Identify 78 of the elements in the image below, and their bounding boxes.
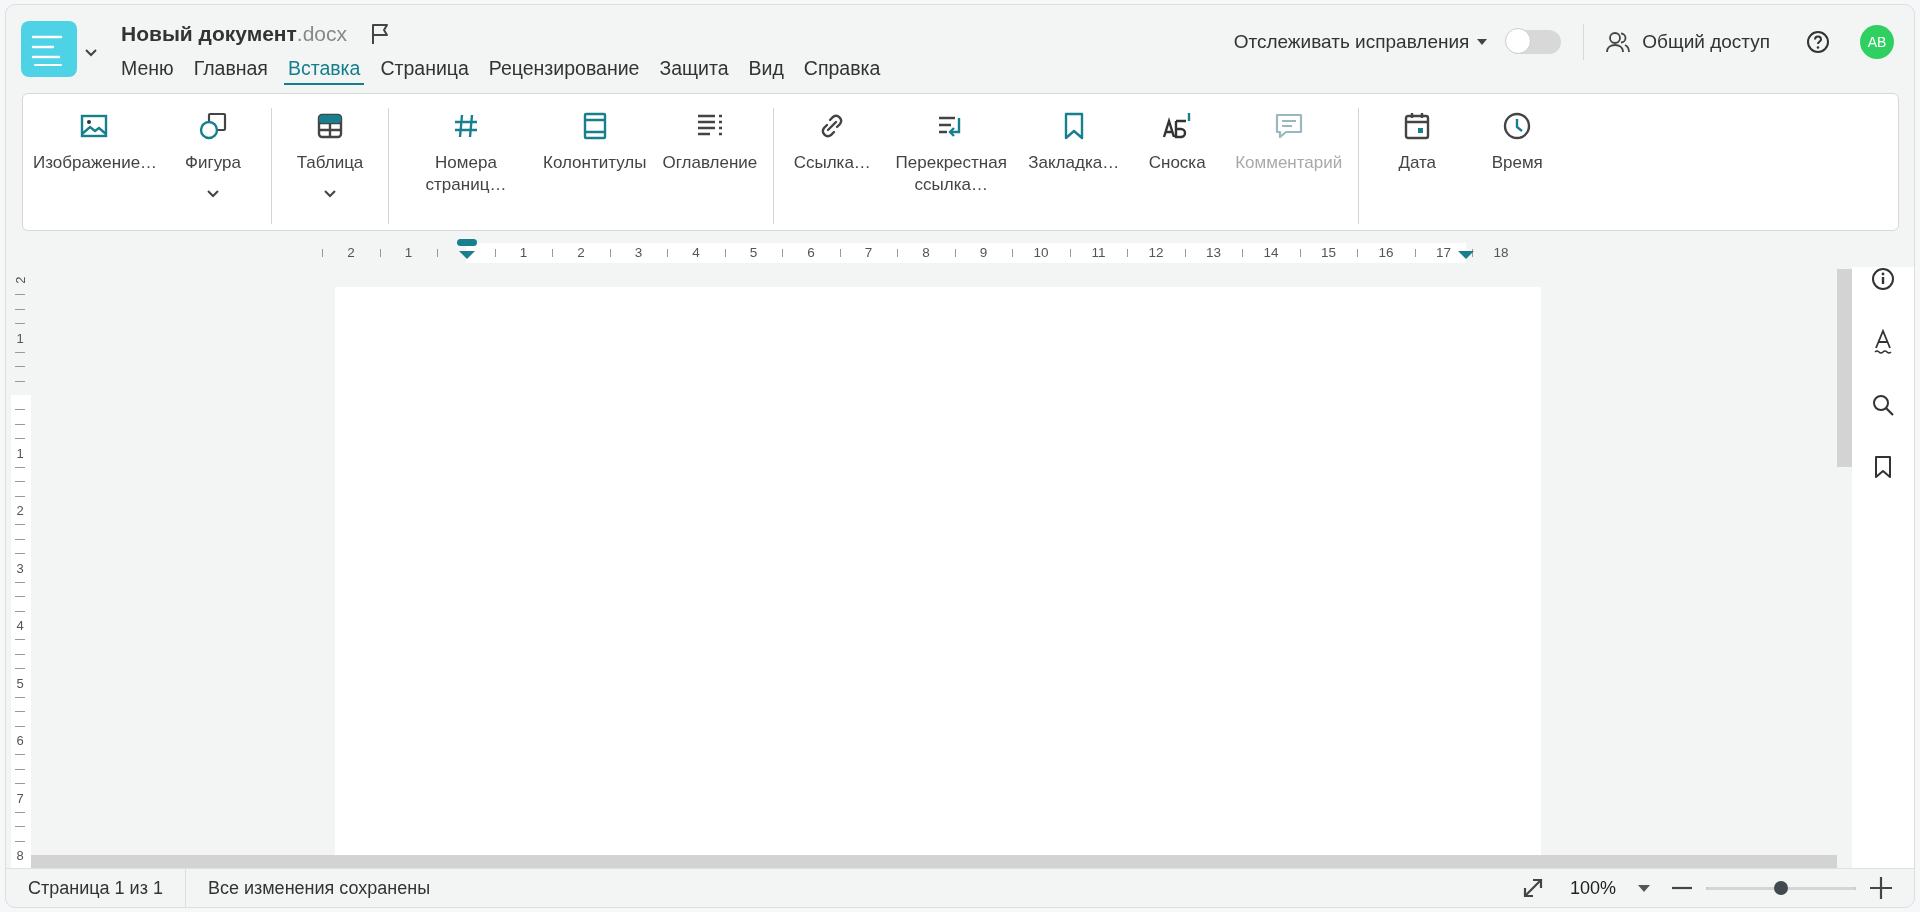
menu-tab[interactable]: Рецензирование xyxy=(484,55,644,85)
ruler-number: 8 xyxy=(15,847,25,863)
menu-tab[interactable]: Вставка xyxy=(283,55,365,85)
ruler-number: 2 xyxy=(577,245,585,260)
ruler-number: 15 xyxy=(1321,245,1336,260)
comment-icon xyxy=(1273,111,1304,141)
menu-tab[interactable]: Вид xyxy=(744,55,788,85)
ruler-number: 3 xyxy=(634,245,643,260)
zoom-out-icon[interactable] xyxy=(1672,886,1692,890)
indent-marker[interactable] xyxy=(456,239,478,261)
search-icon[interactable] xyxy=(1871,393,1895,417)
horizontal-scrollbar[interactable] xyxy=(31,855,1837,868)
ruler-number: 3 xyxy=(15,560,25,575)
ruler-number: 14 xyxy=(1263,245,1279,260)
clock-icon xyxy=(1502,111,1533,141)
ruler-number: 10 xyxy=(1033,245,1049,260)
bookmark-icon[interactable] xyxy=(1873,455,1893,479)
menu-tab[interactable]: Защита xyxy=(655,55,733,85)
ribbon-button[interactable]: Колонтитулы xyxy=(535,94,655,230)
people-icon[interactable] xyxy=(1606,31,1631,53)
ruler-number: 9 xyxy=(979,245,988,260)
ruler-number: 18 xyxy=(1493,245,1509,260)
ribbon-button[interactable]: Ссылка… xyxy=(782,94,883,230)
ruler-number: 2 xyxy=(15,502,25,518)
ruler-number: 6 xyxy=(15,732,25,748)
menu-tab[interactable]: Страница xyxy=(376,55,473,85)
ruler-number: 13 xyxy=(1206,245,1221,260)
menu-tab[interactable]: Справка xyxy=(799,55,885,85)
caret-down-icon[interactable] xyxy=(1477,39,1488,45)
share-button[interactable]: Общий доступ xyxy=(1606,31,1770,53)
footnote-icon xyxy=(1162,111,1193,141)
ruler-number: 4 xyxy=(15,617,25,633)
zoom-in-icon[interactable] xyxy=(1870,877,1892,899)
ruler-number: 12 xyxy=(1148,245,1164,260)
ruler-number: 1 xyxy=(15,445,25,460)
help-icon[interactable] xyxy=(1806,30,1830,54)
document-title[interactable]: Новый документ.docx xyxy=(121,22,348,46)
ruler-number: 11 xyxy=(1091,245,1106,260)
ribbon-button[interactable]: Изображение… xyxy=(25,94,163,230)
text-style-icon[interactable] xyxy=(1872,329,1894,355)
zoom-dropdown[interactable]: 100% xyxy=(1563,876,1656,900)
table-icon xyxy=(315,111,345,141)
scrollbar-thumb[interactable] xyxy=(1837,269,1852,467)
ruler-number: 4 xyxy=(692,245,700,260)
ruler-number: 16 xyxy=(1378,245,1394,260)
ruler-number: 5 xyxy=(749,245,758,260)
ruler-number: 1 xyxy=(404,245,413,260)
ribbon-button[interactable]: Оглавление xyxy=(654,94,766,230)
expand-icon[interactable] xyxy=(1521,877,1544,899)
ruler-number: 1 xyxy=(15,330,25,345)
menu-tab[interactable]: Главная xyxy=(189,55,272,85)
ruler-number: 6 xyxy=(807,245,815,260)
page-counter: Страница 1 из 1 xyxy=(27,877,164,899)
ruler-number: 8 xyxy=(922,245,930,260)
ruler-number: 2 xyxy=(12,275,28,286)
ribbon-button[interactable]: Дата xyxy=(1367,94,1468,230)
ribbon-button[interactable]: Фигура xyxy=(163,94,263,230)
ruler-number: 2 xyxy=(347,245,355,260)
ribbon-button[interactable]: Сноска xyxy=(1127,94,1228,230)
ribbon-button[interactable]: Время xyxy=(1467,94,1568,230)
zoom-slider[interactable] xyxy=(1706,880,1856,896)
ribbon-button[interactable]: Таблица xyxy=(280,94,380,230)
ribbon-button[interactable]: Закладка… xyxy=(1020,94,1128,230)
ruler-number: 5 xyxy=(15,675,25,690)
shapes-icon xyxy=(198,111,228,141)
save-status: Все изменения сохранены xyxy=(184,869,453,907)
ribbon-button[interactable]: Перекрестная ссылка… xyxy=(882,94,1021,230)
ruler-number: 17 xyxy=(1436,245,1451,260)
caret-down-icon[interactable] xyxy=(1638,884,1650,892)
ribbon-button[interactable]: Номера страниц… xyxy=(397,94,535,230)
menu-tab[interactable]: Меню xyxy=(117,55,178,85)
ruler-number: 1 xyxy=(519,245,528,260)
toggle-switch[interactable] xyxy=(1507,30,1562,54)
track-changes-dropdown[interactable]: Отслеживать исправления xyxy=(1233,31,1488,53)
chevron-down-icon[interactable] xyxy=(85,49,97,57)
info-icon[interactable] xyxy=(1871,267,1895,291)
ruler-number: 7 xyxy=(15,790,25,805)
ruler-number: 7 xyxy=(864,245,873,260)
